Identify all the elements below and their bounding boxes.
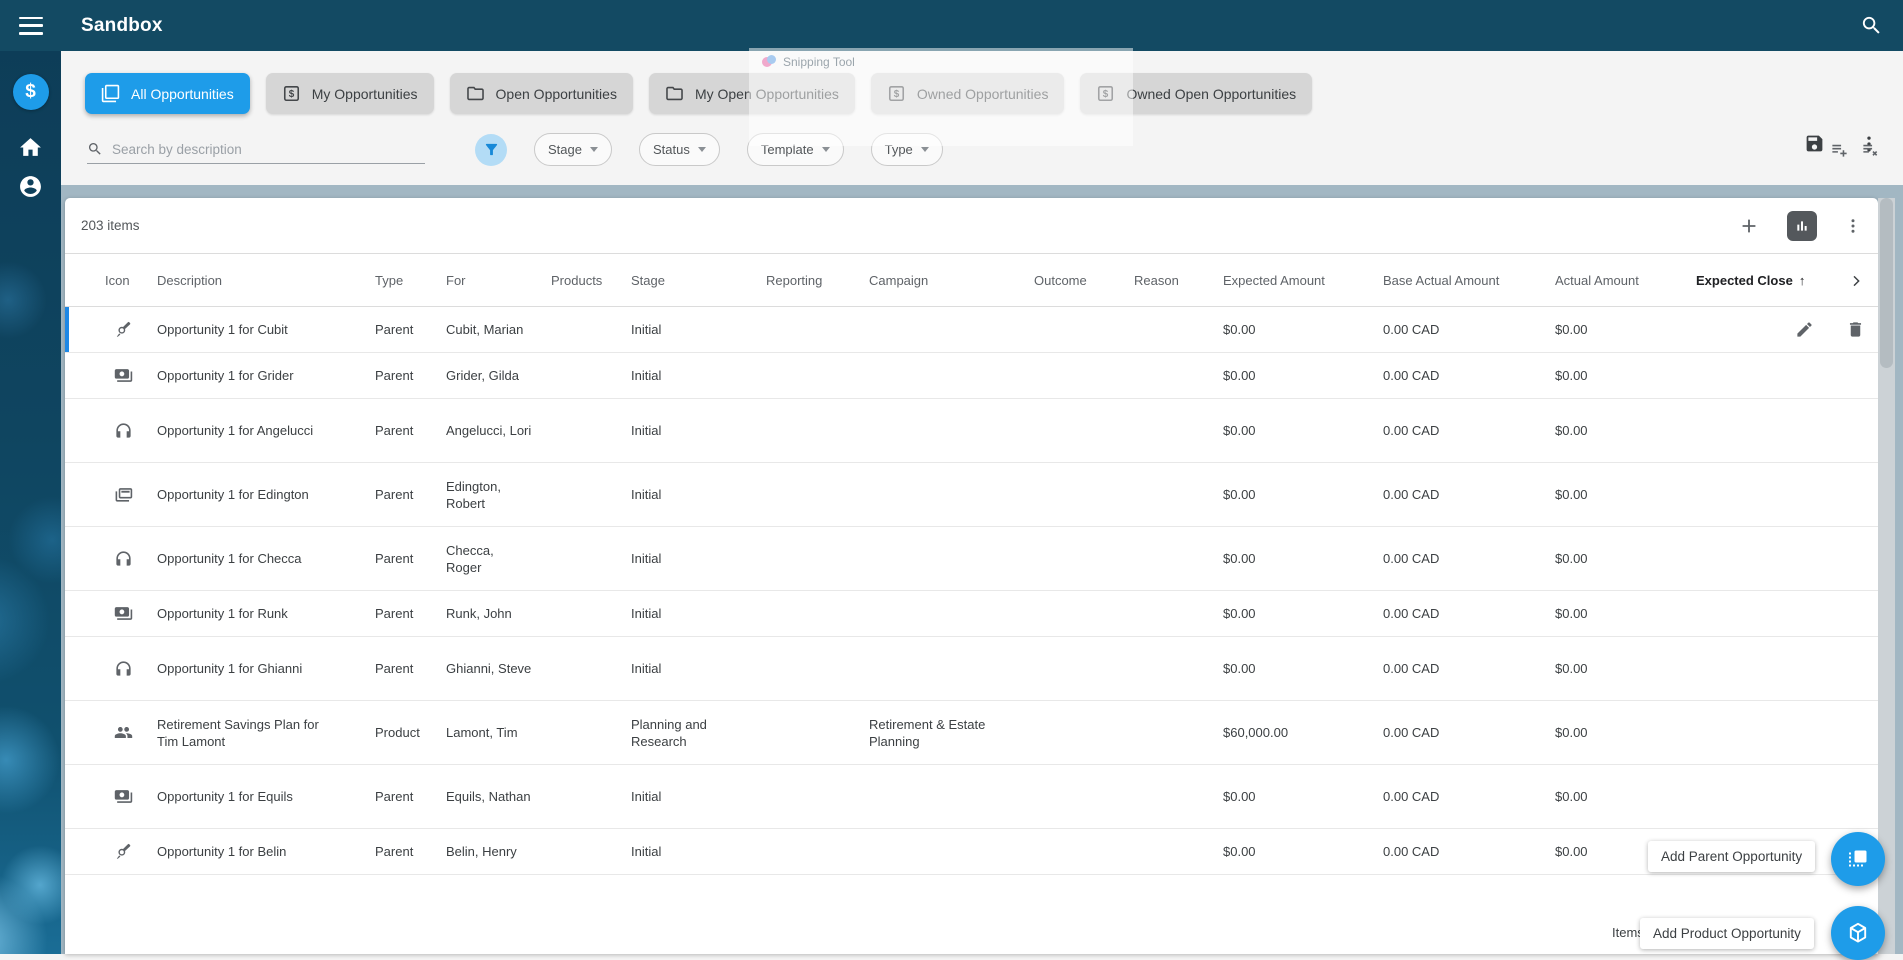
funnel-icon xyxy=(485,143,497,156)
search-box xyxy=(87,136,425,164)
svg-text:$: $ xyxy=(894,89,900,100)
table-toolbar: 203 items xyxy=(65,198,1878,253)
payments-icon xyxy=(114,366,133,385)
selected-row-indicator xyxy=(65,307,69,352)
add-icon[interactable] xyxy=(1738,215,1760,237)
chip-label: Owned Opportunities xyxy=(916,85,1049,102)
chip-open-opportunities[interactable]: Open Opportunities xyxy=(449,73,633,114)
view-chips: All Opportunities $ My Opportunities Ope… xyxy=(85,73,1313,114)
stack-icon xyxy=(101,84,120,103)
template-dropdown[interactable]: Template xyxy=(746,133,844,166)
table-row[interactable]: Opportunity 1 for Grider Parent Grider, … xyxy=(65,353,1878,399)
items-count: 203 items xyxy=(81,218,140,233)
table-row[interactable]: Retirement Savings Plan for Tim Lamont P… xyxy=(65,701,1878,765)
chip-my-open-opportunities[interactable]: My Open Opportunities xyxy=(648,73,855,114)
playlist-add-icon[interactable] xyxy=(1830,140,1849,159)
folder-icon xyxy=(466,84,485,103)
sidebar: $ xyxy=(0,0,61,954)
paginator: Items per page xyxy=(65,910,1878,954)
app-bar: Sandbox xyxy=(0,0,1903,51)
table-row[interactable]: Opportunity 1 for Ghianni Parent Ghianni… xyxy=(65,637,1878,701)
chip-label: All Opportunities xyxy=(131,85,234,102)
table-row[interactable]: Opportunity 1 for Runk Parent Runk, John… xyxy=(65,591,1878,637)
add-product-opportunity-tooltip: Add Product Opportunity xyxy=(1640,918,1814,949)
headset-icon xyxy=(114,659,133,678)
chip-owned-opportunities[interactable]: $ Owned Opportunities xyxy=(870,73,1065,114)
pen-icon xyxy=(114,320,133,339)
table-row[interactable]: Opportunity 1 for Checca Parent Checca, … xyxy=(65,527,1878,591)
page-title: Sandbox xyxy=(81,14,163,36)
add-product-opportunity-button[interactable] xyxy=(1831,906,1885,960)
dollar-box-icon: $ xyxy=(1096,84,1115,103)
opportunities-money-icon[interactable]: $ xyxy=(12,74,49,110)
payments-icon xyxy=(114,787,133,806)
delete-icon[interactable] xyxy=(1846,320,1865,339)
people-icon xyxy=(114,723,133,742)
svg-text:$: $ xyxy=(1103,89,1109,100)
table-more-options-icon[interactable] xyxy=(1844,217,1862,235)
scrollbar-thumb[interactable] xyxy=(1880,198,1893,368)
headset-icon xyxy=(114,549,133,568)
search-icon[interactable] xyxy=(1860,14,1883,37)
filter-funnel-button[interactable] xyxy=(475,133,507,166)
cards-icon xyxy=(114,485,133,504)
dollar-box-icon: $ xyxy=(887,84,906,103)
filter-row: Stage Status Template Type xyxy=(61,133,1903,166)
chip-label: My Opportunities xyxy=(311,85,418,102)
hamburger-menu-icon[interactable] xyxy=(19,16,43,35)
account-circle-icon[interactable] xyxy=(18,174,43,199)
stage-dropdown[interactable]: Stage xyxy=(534,133,612,166)
view-toolbar: All Opportunities $ My Opportunities Ope… xyxy=(61,51,1903,185)
chip-label: Owned Open Opportunities xyxy=(1126,85,1297,102)
add-parent-opportunity-button[interactable] xyxy=(1831,832,1885,886)
table-row[interactable]: Opportunity 1 for Edington Parent Edingt… xyxy=(65,463,1878,527)
dropdown-label: Stage xyxy=(548,142,582,157)
sort-ascending-icon: ↑ xyxy=(1798,272,1806,288)
edit-icon[interactable] xyxy=(1795,320,1814,339)
chip-all-opportunities[interactable]: All Opportunities xyxy=(85,73,250,114)
chevron-down-icon xyxy=(697,147,706,152)
chip-owned-open-opportunities[interactable]: $ Owned Open Opportunities xyxy=(1080,73,1313,114)
table-row[interactable]: Opportunity 1 for Cubit Parent Cubit, Ma… xyxy=(65,307,1878,353)
dropdown-label: Type xyxy=(884,142,913,157)
search-icon xyxy=(87,141,103,157)
chevron-down-icon xyxy=(821,147,830,152)
dropdown-label: Template xyxy=(760,142,814,157)
playlist-remove-icon[interactable] xyxy=(1861,140,1880,159)
home-icon[interactable] xyxy=(18,135,43,160)
table-backdrop: 203 items Icon Description Type For Prod… xyxy=(61,185,1903,954)
add-parent-opportunity-tooltip: Add Parent Opportunity xyxy=(1648,841,1816,872)
table-row[interactable]: Opportunity 1 for Equils Parent Equils, … xyxy=(65,765,1878,829)
status-dropdown[interactable]: Status xyxy=(638,133,720,166)
chart-view-button[interactable] xyxy=(1787,210,1817,241)
chevron-down-icon xyxy=(589,147,598,152)
dropdown-label: Status xyxy=(652,142,690,157)
chevron-down-icon xyxy=(920,147,929,152)
table-row[interactable]: Opportunity 1 for Angelucci Parent Angel… xyxy=(65,399,1878,463)
search-input[interactable] xyxy=(110,140,425,158)
table-header-row: Icon Description Type For Products Stage… xyxy=(65,253,1878,307)
svg-text:$: $ xyxy=(288,89,294,100)
payments-icon xyxy=(114,604,133,623)
cube-icon xyxy=(1849,922,1867,943)
bar-chart-icon xyxy=(1797,220,1807,231)
chip-my-opportunities[interactable]: $ My Opportunities xyxy=(265,73,434,114)
type-dropdown[interactable]: Type xyxy=(870,133,943,166)
opportunities-table-card: 203 items Icon Description Type For Prod… xyxy=(65,198,1878,954)
folder-icon xyxy=(665,84,684,103)
dollar-box-icon: $ xyxy=(282,84,301,103)
table-scrollbar[interactable] xyxy=(1878,198,1895,954)
headset-icon xyxy=(114,421,133,440)
chip-label: Open Opportunities xyxy=(495,85,617,102)
table-row[interactable]: Opportunity 1 for Belin Parent Belin, He… xyxy=(65,829,1878,875)
scroll-right-icon[interactable] xyxy=(1848,273,1864,289)
pen-icon xyxy=(114,842,133,861)
chip-label: My Open Opportunities xyxy=(694,85,839,102)
flip-to-front-icon xyxy=(1849,850,1867,867)
